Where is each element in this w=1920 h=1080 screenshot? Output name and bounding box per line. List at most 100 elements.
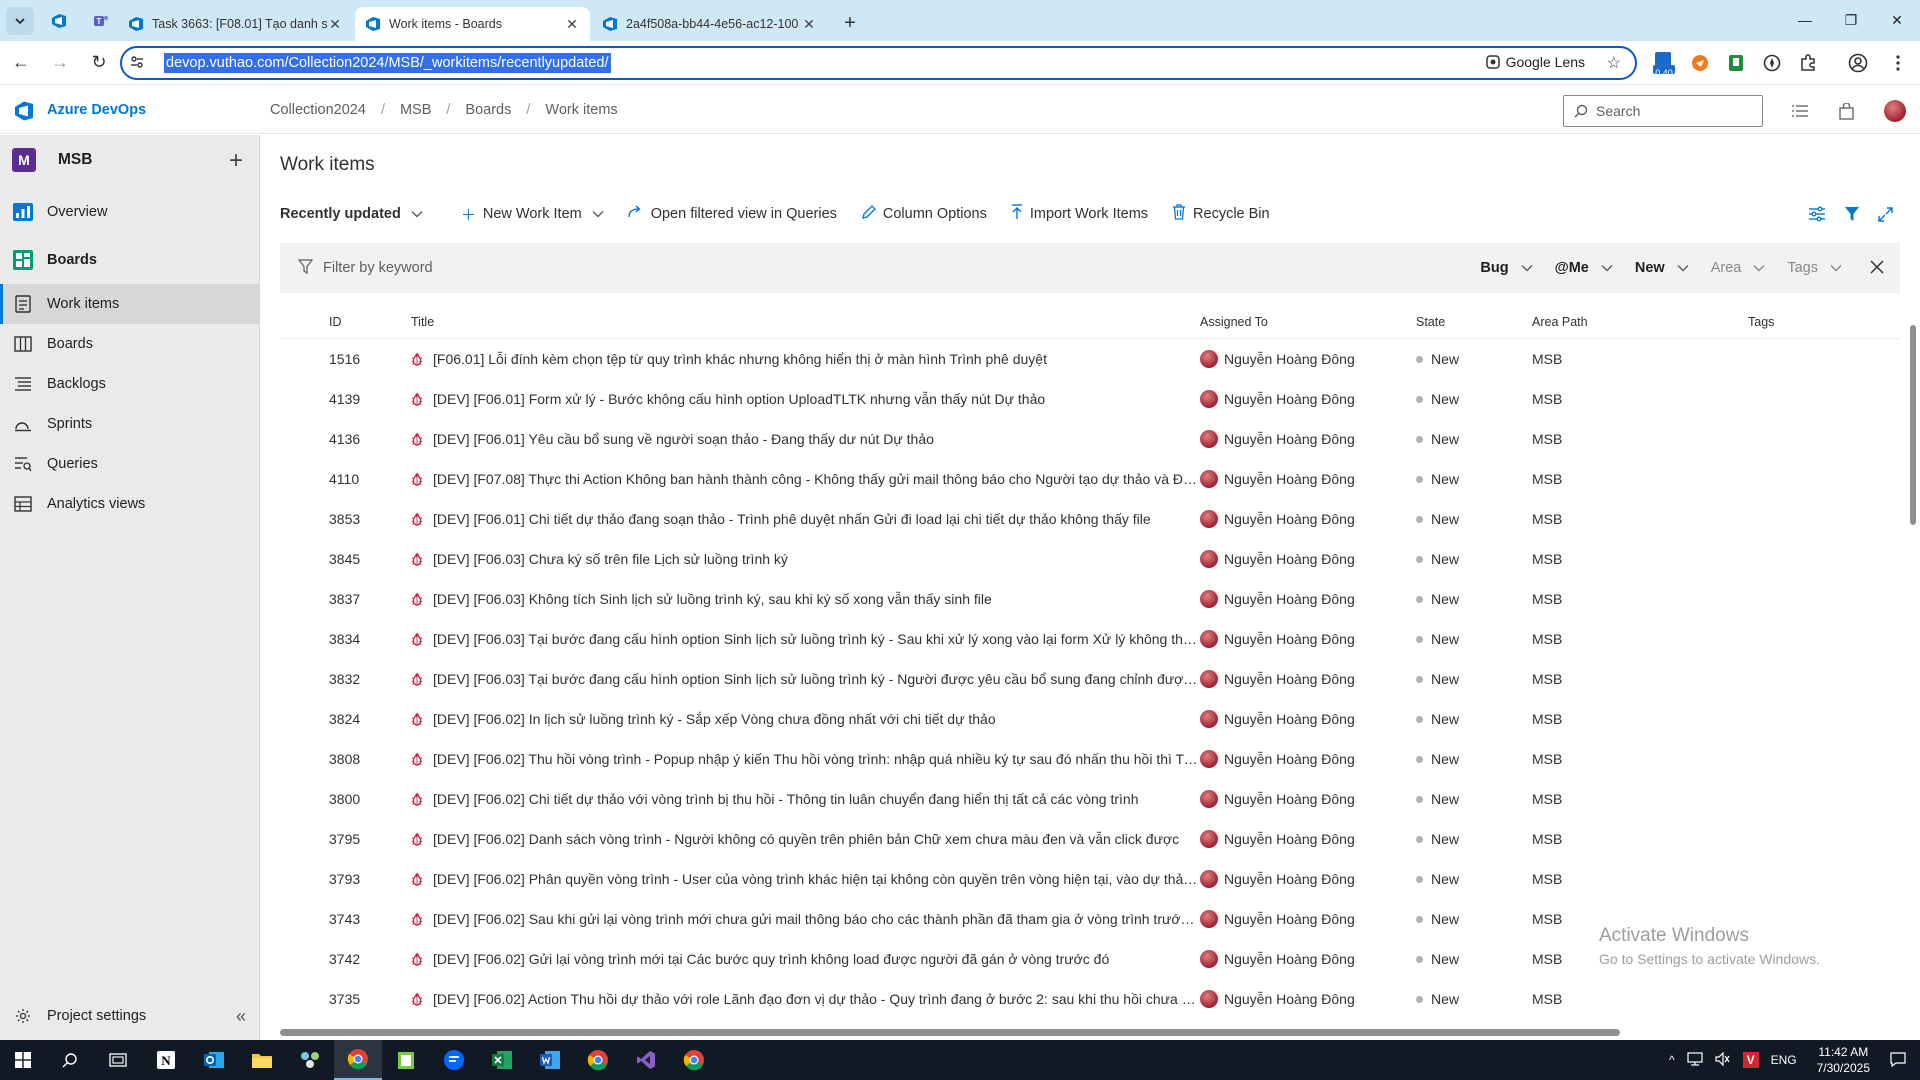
browser-menu-button[interactable] (1881, 41, 1915, 85)
taskbar-app-notion[interactable]: N (142, 1040, 190, 1080)
assigned-to-cell[interactable]: Nguyễn Hoàng Đông (1200, 990, 1416, 1008)
table-row[interactable]: 3834 [DEV] [F06.03] Tại bước đang cấu hìn… (280, 619, 1900, 659)
chevron-down-icon[interactable] (592, 207, 604, 221)
column-header-state[interactable]: State (1416, 315, 1532, 329)
taskbar-app-zalo[interactable] (430, 1040, 478, 1080)
task-view-button[interactable] (94, 1040, 142, 1080)
work-item-title[interactable]: [DEV] [F06.01] Form xử lý - Bước không c… (433, 391, 1045, 407)
close-window-button[interactable]: ✕ (1874, 0, 1920, 40)
scrollbar-thumb[interactable] (1910, 325, 1916, 525)
extension-orange-button[interactable] (1683, 41, 1717, 85)
assigned-to-cell[interactable]: Nguyễn Hoàng Đông (1200, 630, 1416, 648)
pinned-tab-devops[interactable] (42, 6, 76, 36)
filter-type-dropdown[interactable]: Bug (1480, 260, 1533, 276)
assigned-to-cell[interactable]: Nguyễn Hoàng Đông (1200, 910, 1416, 928)
language-indicator[interactable]: ENG (1771, 1053, 1797, 1067)
taskbar-app-chrome-profile[interactable] (574, 1040, 622, 1080)
work-item-title-cell[interactable]: [DEV] [F06.02] Phân quyền vòng trình - U… (380, 871, 1200, 887)
table-row[interactable]: 4139 [DEV] [F06.01] Form xử lý - Bước khô… (280, 379, 1900, 419)
work-item-title-cell[interactable]: [DEV] [F06.01] Chi tiết dự thảo đang soạ… (380, 511, 1200, 527)
work-item-title-cell[interactable]: [DEV] [F06.01] Form xử lý - Bước không c… (380, 391, 1200, 407)
project-settings-button[interactable]: Project settings « (0, 992, 260, 1040)
taskbar-app-network[interactable] (286, 1040, 334, 1080)
table-row[interactable]: 3853 [DEV] [F06.01] Chi tiết dự thảo đang… (280, 499, 1900, 539)
breadcrumb-item[interactable]: MSB (400, 102, 431, 118)
taskbar-app-outlook[interactable] (190, 1040, 238, 1080)
assigned-to-cell[interactable]: Nguyễn Hoàng Đông (1200, 790, 1416, 808)
work-item-title[interactable]: [DEV] [F06.02] Thu hồi vòng trình - Popu… (433, 751, 1200, 767)
work-item-title-cell[interactable]: [DEV] [F07.08] Thực thi Action Không ban… (380, 471, 1200, 487)
assigned-to-cell[interactable]: Nguyễn Hoàng Đông (1200, 390, 1416, 408)
work-item-title[interactable]: [DEV] [F06.01] Yêu cầu bổ sung về người … (433, 431, 934, 447)
column-header-assigned[interactable]: Assigned To (1200, 315, 1416, 329)
search-input[interactable]: Search (1563, 95, 1763, 127)
assigned-to-cell[interactable]: Nguyễn Hoàng Đông (1200, 590, 1416, 608)
work-item-title-cell[interactable]: [DEV] [F06.02] Action Thu hồi dự thảo vớ… (380, 991, 1200, 1007)
table-row[interactable]: 1516 [F06.01] Lỗi đính kèm chọn tệp từ qu… (280, 339, 1900, 379)
sidebar-item-work-items[interactable]: Work items (0, 284, 259, 324)
table-row[interactable]: 3845 [DEV] [F06.03] Chưa ký số trên file … (280, 539, 1900, 579)
start-button[interactable] (0, 1040, 46, 1080)
work-item-title-cell[interactable]: [DEV] [F06.01] Yêu cầu bổ sung về người … (380, 431, 1200, 447)
notifications-icon[interactable] (1890, 1051, 1906, 1070)
azure-devops-logo-icon[interactable] (13, 100, 35, 122)
shopping-bag-icon[interactable] (1834, 99, 1858, 123)
table-row[interactable]: 3824 [DEV] [F06.02] In lịch sử luồng trìn… (280, 699, 1900, 739)
work-item-title[interactable]: [DEV] [F06.03] Không tích Sinh lịch sử l… (433, 591, 992, 607)
work-item-title-cell[interactable]: [DEV] [F06.02] Gửi lại vòng trình mới tạ… (380, 951, 1200, 967)
work-item-title-cell[interactable]: [DEV] [F06.03] Tại bước đang cấu hình op… (380, 671, 1200, 687)
work-item-title-cell[interactable]: [DEV] [F06.03] Không tích Sinh lịch sử l… (380, 591, 1200, 607)
vietnamese-input-icon[interactable]: V (1742, 1052, 1759, 1068)
view-selector-dropdown[interactable]: Recently updated (280, 206, 423, 222)
collapse-sidebar-icon[interactable]: « (236, 1006, 246, 1027)
import-work-items-button[interactable]: Import Work Items (1011, 204, 1148, 224)
work-item-title-cell[interactable]: [DEV] [F06.02] Sau khi gửi lại vòng trìn… (380, 911, 1200, 927)
taskbar-app-visual-studio[interactable] (622, 1040, 670, 1080)
chevron-up-icon[interactable]: ^ (1669, 1053, 1675, 1067)
work-item-title-cell[interactable]: [DEV] [F06.03] Chưa ký số trên file Lịch… (380, 551, 1200, 567)
forward-button[interactable]: → (42, 45, 78, 81)
table-row[interactable]: 3793 [DEV] [F06.02] Phân quyền vòng trình… (280, 859, 1900, 899)
app-brand[interactable]: Azure DevOps (47, 102, 146, 118)
reload-button[interactable]: ↻ (81, 45, 117, 81)
work-item-title[interactable]: [DEV] [F06.02] Action Thu hồi dự thảo vớ… (433, 991, 1200, 1007)
sidebar-item-backlogs[interactable]: Backlogs (0, 364, 259, 404)
sidebar-item-sprints[interactable]: Sprints (0, 404, 259, 444)
close-icon[interactable]: ✕ (801, 16, 817, 33)
taskbar-app-excel[interactable] (478, 1040, 526, 1080)
add-icon[interactable]: + (229, 147, 243, 175)
table-row[interactable]: 3795 [DEV] [F06.02] Danh sách vòng trình … (280, 819, 1900, 859)
volume-icon[interactable] (1714, 1051, 1731, 1069)
table-row[interactable]: 4136 [DEV] [F06.01] Yêu cầu bổ sung về ng… (280, 419, 1900, 459)
work-item-title-cell[interactable]: [DEV] [F06.02] Danh sách vòng trình - Ng… (380, 831, 1200, 847)
address-bar[interactable]: devop.vuthao.com/Collection2024/MSB/_wor… (120, 46, 1637, 80)
work-item-title-cell[interactable]: [F06.01] Lỗi đính kèm chọn tệp từ quy tr… (380, 351, 1200, 367)
taskbar-search-button[interactable] (46, 1040, 94, 1080)
extension-badge-button[interactable]: 0.40 (1647, 41, 1681, 85)
column-options-button[interactable]: Column Options (861, 204, 987, 224)
network-icon[interactable] (1686, 1051, 1703, 1069)
list-settings-icon[interactable] (1788, 99, 1812, 123)
clear-filter-icon[interactable] (1870, 257, 1884, 280)
google-lens-button[interactable]: Google Lens (1485, 54, 1585, 70)
breadcrumb-item[interactable]: Collection2024 (270, 102, 366, 118)
assigned-to-cell[interactable]: Nguyễn Hoàng Đông (1200, 670, 1416, 688)
browser-tab-active[interactable]: Work items - Boards ✕ (355, 7, 590, 41)
sidebar-item-boards[interactable]: Boards (0, 240, 259, 280)
work-item-title[interactable]: [DEV] [F06.02] Danh sách vòng trình - Ng… (433, 831, 1179, 847)
sidebar-item-queries[interactable]: Queries (0, 444, 259, 484)
assigned-to-cell[interactable]: Nguyễn Hoàng Đông (1200, 350, 1416, 368)
filter-assigned-dropdown[interactable]: @Me (1555, 260, 1613, 276)
open-in-queries-button[interactable]: Open filtered view in Queries (628, 205, 837, 223)
work-item-title[interactable]: [F06.01] Lỗi đính kèm chọn tệp từ quy tr… (433, 351, 1047, 367)
profile-button[interactable] (1841, 41, 1875, 85)
assigned-to-cell[interactable]: Nguyễn Hoàng Đông (1200, 430, 1416, 448)
work-item-title[interactable]: [DEV] [F06.02] In lịch sử luồng trình ký… (433, 711, 996, 727)
extension-compass-button[interactable] (1755, 41, 1789, 85)
column-header-tags[interactable]: Tags (1748, 315, 1888, 329)
user-avatar[interactable] (1883, 99, 1907, 123)
clock[interactable]: 11:42 AM 7/30/2025 (1817, 1044, 1870, 1076)
minimize-button[interactable]: — (1782, 0, 1828, 40)
work-item-title[interactable]: [DEV] [F07.08] Thực thi Action Không ban… (433, 471, 1200, 487)
work-item-title[interactable]: [DEV] [F06.02] Chi tiết dự thảo với vòng… (433, 791, 1139, 807)
